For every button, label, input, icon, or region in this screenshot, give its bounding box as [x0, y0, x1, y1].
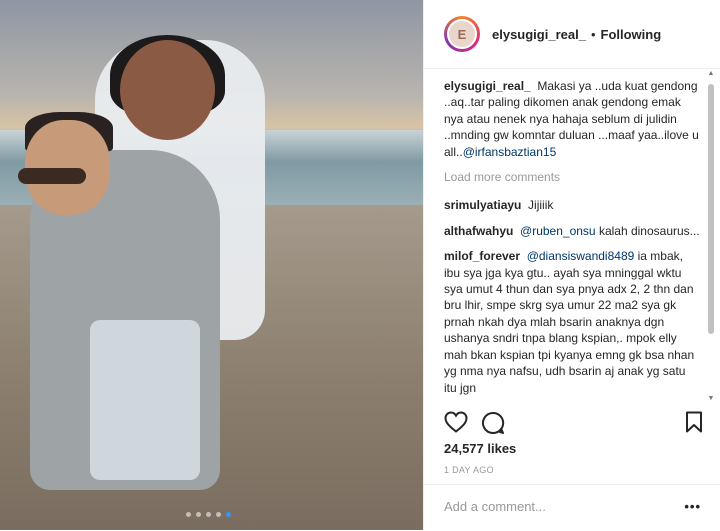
comment-text: ia mbak, ibu sya jga kya gtu.. ayah sya … — [444, 249, 695, 395]
photo-pants — [90, 320, 200, 480]
more-options-icon[interactable]: ••• — [684, 499, 701, 514]
likes-count[interactable]: 24,577 likes — [444, 441, 516, 456]
carousel-dot[interactable] — [186, 512, 191, 517]
load-more-comments-link[interactable]: Load more comments — [444, 169, 700, 185]
following-button[interactable]: Following — [601, 27, 662, 42]
comment-username[interactable]: srimulyatiayu — [444, 198, 521, 212]
list-item: althafwahyu @ruben_onsu kalah dinosaurus… — [444, 223, 700, 239]
bookmark-icon[interactable] — [685, 411, 703, 438]
comment-text: Jijiiik — [528, 198, 554, 213]
caption-mention[interactable]: @irfansbaztian15 — [463, 145, 557, 159]
post-panel: E elysugigi_real_ • Following elysugigi_… — [423, 0, 720, 530]
action-bar — [444, 411, 704, 437]
add-comment-input[interactable] — [444, 499, 664, 514]
photo-face — [120, 40, 215, 140]
avatar[interactable]: E — [444, 16, 480, 52]
comment-bubble-icon[interactable] — [481, 411, 505, 440]
carousel-dot[interactable] — [206, 512, 211, 517]
list-item: milof_forever @diansiswandi8489 ia mbak,… — [444, 248, 700, 396]
comment-text: kalah dinosaurus... — [595, 223, 700, 238]
caption: elysugigi_real_ Makasi ya ..uda kuat gen… — [444, 78, 700, 160]
comment-mention[interactable]: @ruben_onsu — [520, 224, 596, 238]
carousel-dot[interactable] — [196, 512, 201, 517]
carousel-dot[interactable] — [216, 512, 221, 517]
scroll-up-arrow-icon[interactable]: ▲ — [707, 70, 715, 80]
photo-sunglasses — [18, 168, 86, 184]
post-header: E elysugigi_real_ • Following — [424, 0, 720, 69]
carousel-dot-active[interactable] — [226, 512, 231, 517]
caption-username[interactable]: elysugigi_real_ — [444, 79, 531, 93]
comment-username[interactable]: milof_forever — [444, 249, 520, 263]
comments-list[interactable]: elysugigi_real_ Makasi ya ..uda kuat gen… — [444, 78, 700, 404]
comment-mention[interactable]: @diansiswandi8489 — [527, 249, 635, 263]
header-username[interactable]: elysugigi_real_ — [492, 27, 586, 42]
header-separator: • — [590, 26, 596, 42]
avatar-image: E — [447, 19, 477, 49]
scroll-down-arrow-icon[interactable]: ▼ — [707, 395, 715, 405]
scrollbar-thumb[interactable] — [708, 84, 714, 334]
comment-username[interactable]: althafwahyu — [444, 224, 513, 238]
list-item: srimulyatiayu Jijiiik — [444, 197, 700, 213]
post-photo[interactable] — [0, 0, 423, 530]
comments-scrollbar[interactable]: ▲ ▼ — [707, 70, 715, 405]
add-comment-bar: ••• — [424, 484, 720, 531]
carousel-indicator — [186, 512, 231, 517]
heart-icon[interactable] — [444, 411, 468, 438]
post-timestamp: 1 DAY AGO — [444, 465, 494, 475]
